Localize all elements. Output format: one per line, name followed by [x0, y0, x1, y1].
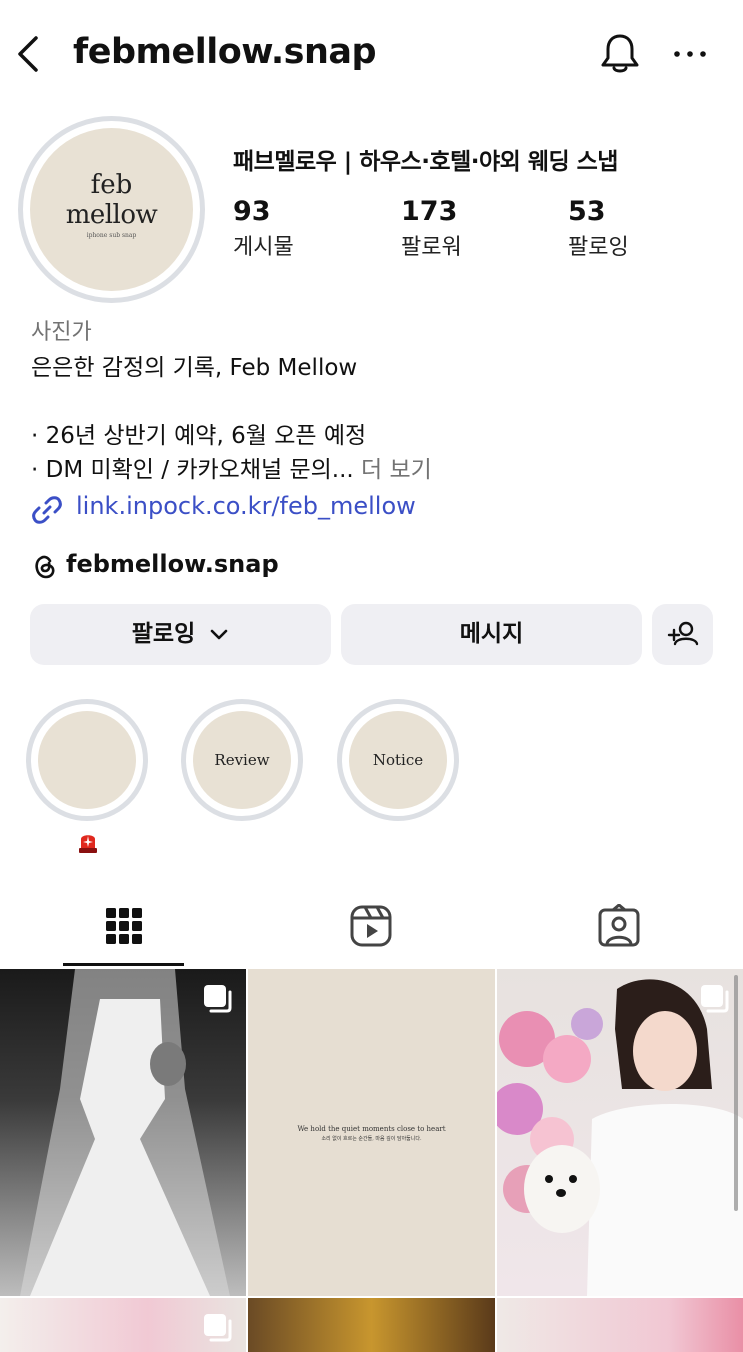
highlight-item[interactable]: Notice [337, 699, 459, 821]
bell-icon[interactable] [598, 32, 642, 76]
post-thumbnail[interactable]: We hold the quiet moments close to heart… [248, 969, 495, 1296]
tagged-icon[interactable] [597, 904, 641, 948]
bio-line: · 26년 상반기 예약, 6월 오픈 예정 [31, 423, 367, 449]
profile-full-name: 패브멜로우 | 하우스·호텔·야외 웨딩 스냅 [233, 149, 618, 175]
active-tab-indicator [63, 963, 184, 966]
avatar[interactable]: feb mellow iphone sub snap [30, 128, 193, 291]
siren-icon [79, 835, 97, 853]
profile-category: 사진가 [31, 320, 92, 345]
highlight-label: Review [193, 711, 291, 809]
stat-value: 173 [401, 196, 458, 227]
bio-more-link[interactable]: 더 보기 [354, 457, 432, 483]
stat-label: 팔로잉 [568, 235, 629, 260]
post-grid: We hold the quiet moments close to heart… [0, 969, 743, 1352]
stat-label: 팔로워 [401, 235, 462, 260]
stat-followers[interactable]: 173 팔로워 [401, 196, 462, 261]
following-button-label: 팔로잉 [131, 621, 196, 647]
stat-value: 93 [233, 196, 271, 227]
back-arrow-icon[interactable] [14, 34, 46, 74]
multi-post-icon [701, 985, 729, 1013]
profile-username: febmellow.snap [73, 32, 377, 72]
post-thumbnail[interactable] [497, 1298, 743, 1352]
link-icon [32, 496, 62, 524]
highlight-item[interactable]: Review [181, 699, 303, 821]
scrollbar[interactable] [734, 975, 738, 1211]
add-person-button[interactable] [652, 604, 713, 665]
post-thumbnail[interactable] [497, 969, 743, 1296]
post-thumbnail[interactable] [248, 1298, 495, 1352]
multi-post-icon [204, 985, 232, 1013]
profile-link-text[interactable]: link.inpock.co.kr/feb_mellow [76, 492, 416, 520]
following-button[interactable]: 팔로잉 [30, 604, 331, 665]
post-thumbnail[interactable] [0, 1298, 246, 1352]
chevron-down-icon [210, 629, 228, 639]
bio-line-text: · DM 미확인 / 카카오채널 문의... [31, 457, 354, 483]
stat-value: 53 [568, 196, 606, 227]
top-bar: febmellow.snap [0, 0, 743, 108]
more-icon[interactable] [672, 36, 708, 72]
multi-post-icon [204, 1314, 232, 1342]
stat-posts[interactable]: 93 게시물 [233, 196, 294, 261]
avatar-logo-text: mellow [65, 200, 158, 230]
post-quote-en: We hold the quiet moments close to heart [297, 1125, 446, 1133]
message-button-label: 메시지 [459, 621, 524, 647]
threads-icon [35, 555, 55, 579]
reels-icon[interactable] [349, 904, 393, 948]
threads-handle: febmellow.snap [66, 550, 279, 578]
highlight-label [38, 711, 136, 809]
avatar-logo-text: feb [90, 170, 133, 200]
bio-line: 은은한 감정의 기록, Feb Mellow [31, 355, 358, 381]
add-person-icon [667, 621, 699, 646]
bio-line: · DM 미확인 / 카카오채널 문의... 더 보기 [31, 450, 432, 484]
bride-with-dog-photo [497, 979, 743, 1296]
avatar-logo-subtext: iphone sub snap [86, 232, 137, 239]
highlight-label: Notice [349, 711, 447, 809]
post-quote-ko: 소리 없이 흐르는 순간들, 마음 깊이 담아둡니다. [321, 1136, 422, 1142]
highlight-item[interactable] [26, 699, 148, 821]
bride-photo [20, 969, 230, 1296]
stat-label: 게시물 [233, 235, 294, 260]
post-thumbnail[interactable] [0, 969, 246, 1296]
stat-following[interactable]: 53 팔로잉 [568, 196, 629, 261]
profile-tabs [0, 880, 743, 970]
grid-icon[interactable] [102, 904, 146, 948]
message-button[interactable]: 메시지 [341, 604, 642, 665]
